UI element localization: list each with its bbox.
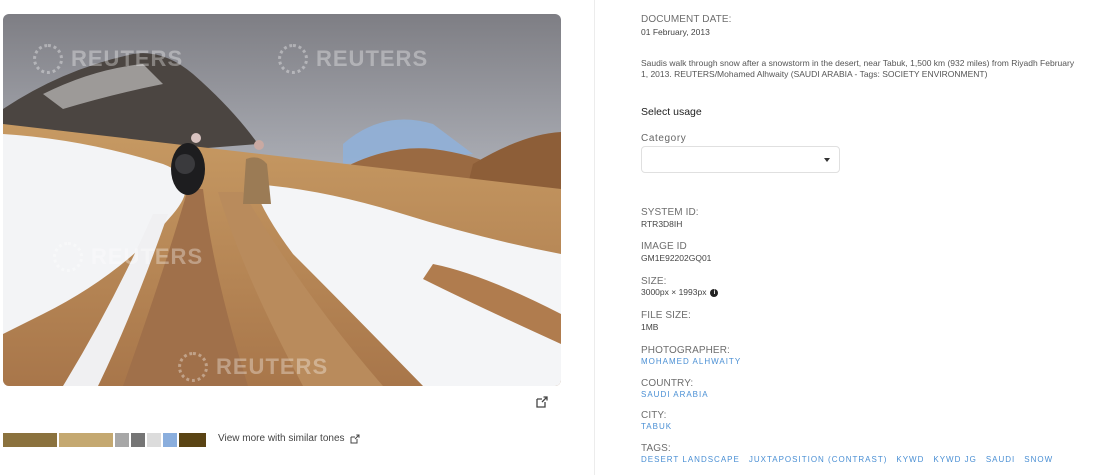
- color-swatch[interactable]: [163, 433, 177, 447]
- watermark: REUTERS: [53, 242, 203, 272]
- document-date-label: DOCUMENT DATE:: [641, 14, 732, 25]
- watermark: REUTERS: [178, 352, 328, 382]
- system-id-label: SYSTEM ID:: [641, 207, 699, 218]
- file-size: 1MB: [641, 322, 659, 332]
- image-size: 3000px × 1993px: [641, 287, 707, 297]
- category-label: Category: [641, 133, 687, 144]
- file-size-label: FILE SIZE:: [641, 310, 691, 321]
- color-swatch[interactable]: [3, 433, 57, 447]
- system-id: RTR3D8IH: [641, 219, 683, 229]
- image-caption: Saudis walk through snow after a snowsto…: [641, 58, 1075, 79]
- image-id: GM1E92202GQ01: [641, 253, 712, 263]
- color-swatch[interactable]: [179, 433, 206, 447]
- document-date: 01 February, 2013: [641, 27, 710, 37]
- tag-link[interactable]: SAUDI: [986, 454, 1015, 465]
- color-palette: [3, 433, 206, 447]
- chevron-down-icon: [824, 158, 830, 162]
- category-select[interactable]: [641, 146, 840, 173]
- tag-link[interactable]: SNOW: [1024, 454, 1053, 465]
- color-swatch[interactable]: [59, 433, 113, 447]
- tags-list: DESERT LANDSCAPE JUXTAPOSITION (CONTRAST)…: [641, 454, 1053, 465]
- watermark: REUTERS: [33, 44, 183, 74]
- color-swatch[interactable]: [147, 433, 161, 447]
- tag-link[interactable]: KYWD: [896, 454, 924, 465]
- tag-link[interactable]: DESERT LANDSCAPE: [641, 454, 740, 465]
- city-link[interactable]: TABUK: [641, 421, 672, 432]
- info-icon[interactable]: i: [710, 288, 719, 297]
- size-row: 3000px × 1993px i: [641, 287, 719, 298]
- tag-link[interactable]: KYWD JG: [933, 454, 976, 465]
- image-panel: REUTERS REUTERS REUTERS REUTERS View mor…: [0, 0, 580, 475]
- similar-tones-link[interactable]: View more with similar tones: [218, 433, 360, 444]
- photographer-link[interactable]: MOHAMED ALHWAITY: [641, 356, 741, 367]
- similar-tones-label: View more with similar tones: [218, 433, 345, 444]
- tag-link[interactable]: JUXTAPOSITION (CONTRAST): [749, 454, 888, 465]
- open-external-icon[interactable]: [535, 395, 549, 409]
- color-swatch[interactable]: [115, 433, 129, 447]
- color-swatch[interactable]: [131, 433, 145, 447]
- external-link-icon: [350, 434, 360, 443]
- image-id-label: IMAGE ID: [641, 241, 687, 252]
- panel-divider: [594, 0, 595, 475]
- country-link[interactable]: SAUDI ARABIA: [641, 389, 709, 400]
- watermark: REUTERS: [278, 44, 428, 74]
- photo[interactable]: REUTERS REUTERS REUTERS REUTERS: [3, 14, 561, 386]
- select-usage-heading: Select usage: [641, 106, 702, 118]
